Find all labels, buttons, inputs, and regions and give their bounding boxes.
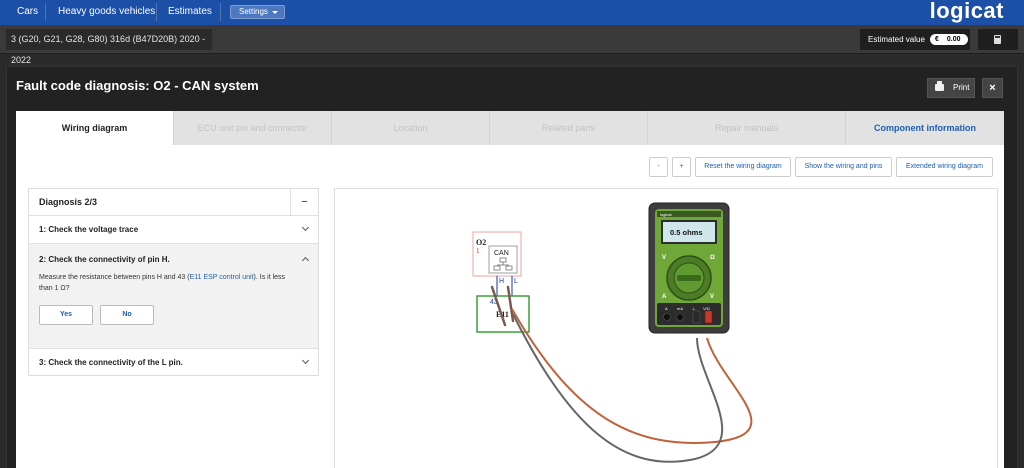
estimated-value-badge: € 0.00: [930, 34, 968, 45]
tab-related-parts: Related parts: [490, 111, 648, 145]
estimated-value-label: Estimated value: [868, 35, 925, 44]
step-3[interactable]: 3: Check the connectivity of the L pin.: [29, 349, 318, 376]
vehicle-selector[interactable]: 3 (G20, G21, G28, G80) 316d (B47D20B) 20…: [6, 29, 212, 65]
step-1[interactable]: 1: Check the voltage trace: [29, 216, 318, 244]
chevron-up-icon[interactable]: [301, 256, 310, 265]
red-plug: [704, 310, 713, 324]
black-probe-cable: [512, 313, 724, 463]
ecu-link[interactable]: E11 ESP control unit: [190, 274, 254, 281]
jack-com-label: ⊥: [692, 306, 696, 311]
show-wiring-pins-button[interactable]: Show the wiring and pins: [795, 157, 892, 177]
dial-v-right-label: V: [710, 294, 714, 300]
dial-ohm-label: Ω: [710, 255, 715, 261]
settings-dropdown[interactable]: Settings: [230, 5, 285, 19]
meter-brand: logicat: [660, 212, 672, 217]
step-2-instructions: Measure the resistance between pins H an…: [39, 272, 299, 294]
modal-title: Fault code diagnosis: O2 - CAN system: [16, 78, 259, 93]
dial-v-left-label: V: [662, 255, 666, 261]
collapse-button[interactable]: −: [290, 189, 318, 216]
currency-symbol: €: [935, 36, 939, 43]
step-2: 2: Check the connectivity of pin H. Meas…: [29, 244, 318, 349]
yes-button[interactable]: Yes: [39, 305, 93, 325]
tab-component-information[interactable]: Component information: [846, 111, 1004, 145]
o2-label: O2: [476, 238, 486, 247]
nav-heavy-goods-vehicles[interactable]: Heavy goods vehicles: [58, 0, 155, 25]
diagnosis-panel: Diagnosis 2/3 − 1: Check the voltage tra…: [28, 188, 319, 376]
diagnosis-header: Diagnosis 2/3 −: [29, 189, 318, 216]
meter-reading: 0.5 ohms: [670, 228, 703, 237]
nav-cars[interactable]: Cars: [17, 0, 38, 25]
tab-wiring-diagram[interactable]: Wiring diagram: [16, 111, 174, 145]
no-button[interactable]: No: [100, 305, 154, 325]
print-label: Print: [953, 83, 970, 92]
nav-separator: [220, 3, 221, 21]
nav-separator: [45, 3, 46, 21]
tab-ecu-pin-connector: ECU unit pin and connector: [174, 111, 332, 145]
close-button[interactable]: ×: [982, 78, 1003, 98]
estimated-value[interactable]: Estimated value € 0.00: [860, 29, 970, 50]
pin-h-label: H: [499, 278, 504, 285]
step-3-title: 3: Check the connectivity of the L pin.: [39, 358, 183, 367]
nav-estimates[interactable]: Estimates: [168, 0, 212, 25]
extended-wiring-button[interactable]: Extended wiring diagram: [896, 157, 993, 177]
pin-l-label: L: [514, 278, 518, 285]
jack-v-ohm-label: V/Ω: [703, 306, 710, 311]
settings-label: Settings: [239, 7, 268, 16]
wiring-diagram-svg[interactable]: O2 1 CAN H L 43 E11: [335, 189, 998, 468]
tab-location: Location: [332, 111, 490, 145]
jack-a: [663, 313, 671, 321]
wiring-diagram-canvas[interactable]: O2 1 CAN H L 43 E11: [334, 188, 998, 468]
wiring-content: - + Reset the wiring diagram Show the wi…: [16, 145, 1004, 468]
logo[interactable]: logicat: [930, 0, 1004, 24]
chevron-down-icon: [301, 356, 310, 365]
printer-icon: [935, 81, 944, 91]
diagnosis-title: Diagnosis 2/3: [39, 197, 98, 207]
jack-ma: [676, 313, 684, 321]
print-button[interactable]: Print: [927, 78, 975, 98]
black-plug: [692, 310, 701, 324]
tab-bar: Wiring diagram ECU unit pin and connecto…: [16, 111, 1004, 145]
calculator-button[interactable]: [978, 29, 1018, 50]
jack-a-label: A: [665, 306, 668, 311]
dial-a-label: A: [662, 294, 667, 300]
vehicle-bar: 3 (G20, G21, G28, G80) 316d (B47D20B) 20…: [0, 25, 1024, 65]
nav-separator: [156, 3, 157, 21]
tab-repair-manuals: Repair manuals: [648, 111, 846, 145]
caret-down-icon: [272, 11, 278, 14]
instruction-text: Measure the resistance between pins H an…: [39, 274, 190, 281]
top-nav: Cars Heavy goods vehicles Estimates Sett…: [0, 0, 1024, 25]
zoom-out-button[interactable]: -: [649, 157, 668, 177]
calculator-icon: [994, 35, 1001, 44]
reset-wiring-button[interactable]: Reset the wiring diagram: [695, 157, 791, 177]
o2-pin-label: 1: [476, 247, 480, 255]
can-label: CAN: [494, 250, 509, 257]
fault-code-modal: Fault code diagnosis: O2 - CAN system Pr…: [6, 66, 1018, 468]
step-1-title: 1: Check the voltage trace: [39, 225, 139, 234]
zoom-in-button[interactable]: +: [672, 157, 691, 177]
multimeter[interactable]: logicat 0.5 ohms V Ω V A A mA ⊥ V/Ω: [648, 202, 730, 334]
step-2-title[interactable]: 2: Check the connectivity of pin H.: [39, 255, 170, 264]
jack-ma-label: mA: [677, 306, 683, 311]
chevron-down-icon: [301, 223, 310, 232]
estimated-amount: 0.00: [946, 36, 961, 43]
